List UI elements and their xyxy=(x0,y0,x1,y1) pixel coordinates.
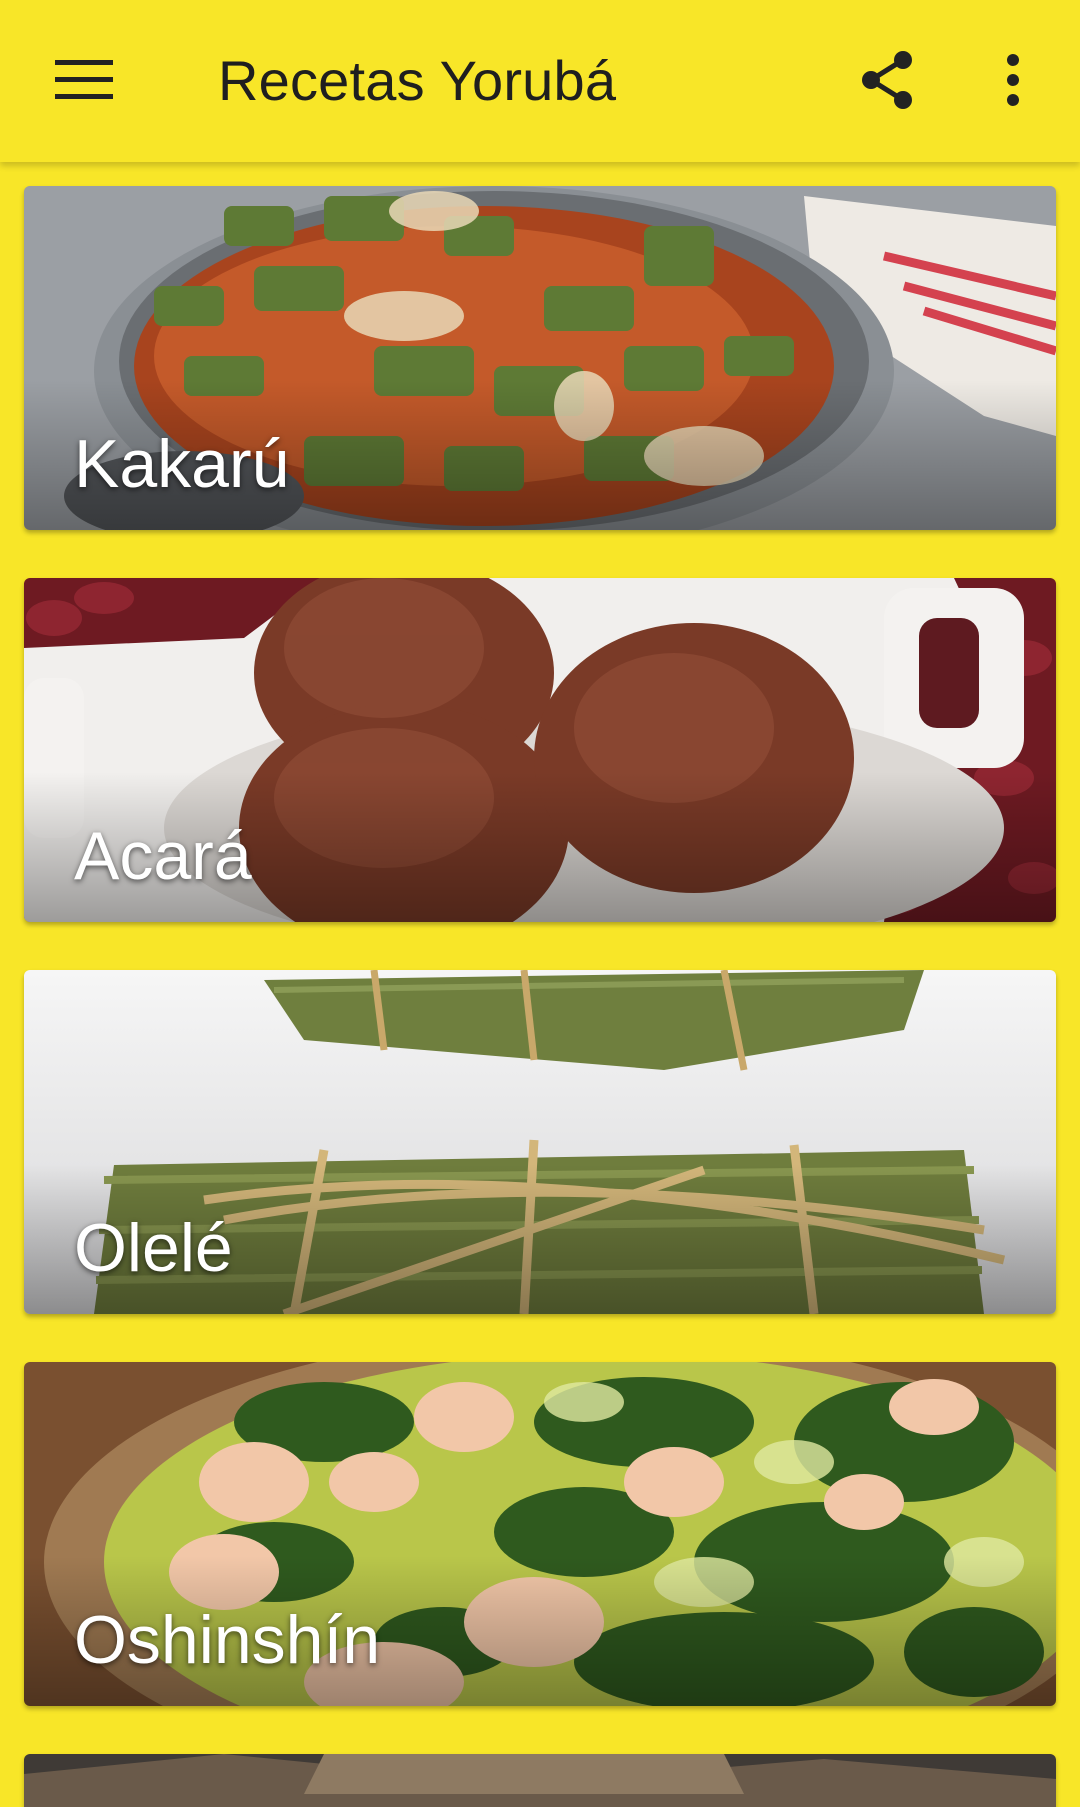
share-button[interactable] xyxy=(832,25,942,135)
recipe-card-kakaru[interactable]: Kakarú xyxy=(24,186,1056,530)
share-icon xyxy=(862,51,912,109)
recipe-card-oshinshin[interactable]: Oshinshín xyxy=(24,1362,1056,1706)
recipe-title: Oshinshín xyxy=(74,1602,381,1678)
recipe-title: Olelé xyxy=(74,1210,233,1286)
recipe-card-acara[interactable]: Acará xyxy=(24,578,1056,922)
app-bar: Recetas Yorubá xyxy=(0,0,1080,162)
recipe-title: Kakarú xyxy=(74,426,290,502)
app-title: Recetas Yorubá xyxy=(218,49,617,112)
recipe-photo xyxy=(24,1754,1056,1807)
menu-button[interactable] xyxy=(29,25,139,135)
recipe-title: Acará xyxy=(74,818,252,894)
recipe-card-partial[interactable] xyxy=(24,1754,1056,1807)
more-options-button[interactable] xyxy=(958,25,1068,135)
recipe-card-olele[interactable]: Olelé xyxy=(24,970,1056,1314)
more-vert-icon xyxy=(1007,54,1019,106)
menu-icon xyxy=(55,60,113,99)
